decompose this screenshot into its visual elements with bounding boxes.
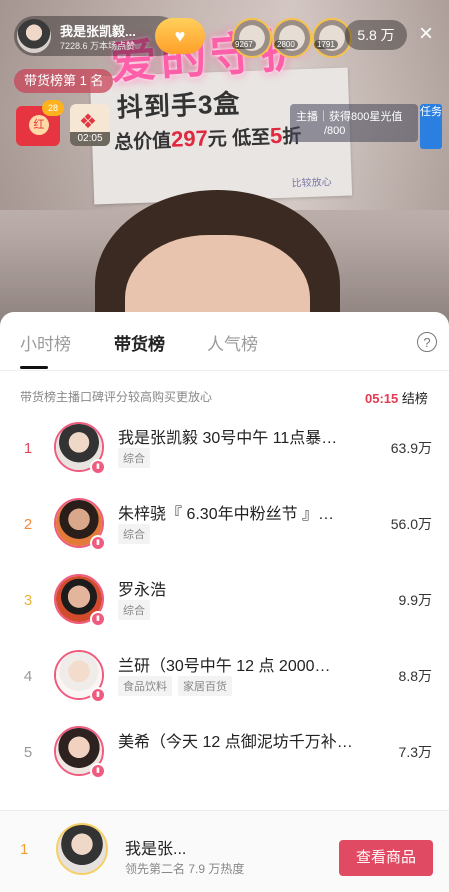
table-row[interactable]: 5 ▮ 美希（今天 12 点御泥坊千万补… 7.3万 bbox=[0, 720, 449, 790]
live-icon: ▮ bbox=[90, 687, 106, 703]
rank-number: 1 bbox=[23, 440, 33, 457]
sales-rank-badge[interactable]: 带货榜第 1 名 bbox=[14, 69, 114, 93]
red-packet-count: 28 bbox=[42, 100, 64, 116]
tab-underline bbox=[20, 366, 48, 369]
streamer-title: 朱梓骁『 6.30年中粉丝节 』… bbox=[118, 506, 335, 523]
table-row[interactable]: 4 ▮ 兰研（30号中午 12 点 2000… 食品饮料 家居百货 8.8万 bbox=[0, 644, 449, 714]
streamer-title: 罗永浩 bbox=[118, 582, 167, 599]
heat-value: 63.9万 bbox=[390, 440, 432, 456]
rank-number: 2 bbox=[23, 516, 33, 533]
my-rank-bar: 1 我是张... 领先第二名 7.9 万热度 查看商品 bbox=[0, 810, 449, 892]
my-lead-info: 领先第二名 7.9 万热度 bbox=[125, 862, 245, 876]
close-icon[interactable]: × bbox=[419, 22, 433, 46]
viewer-avatar[interactable] bbox=[272, 18, 312, 58]
my-rank-number: 1 bbox=[20, 841, 29, 858]
rank-number: 4 bbox=[23, 668, 33, 685]
category-tag: 综合 bbox=[118, 448, 150, 468]
heat-value: 9.9万 bbox=[398, 592, 432, 608]
gift-icon: ❖ bbox=[79, 111, 97, 133]
table-row[interactable]: 2 ▮ 朱梓骁『 6.30年中粉丝节 』… 综合 56.0万 bbox=[0, 492, 449, 562]
task-panel[interactable]: 主播｜获得800星光值 /800 任务 bbox=[290, 104, 442, 149]
view-products-button[interactable]: 查看商品 bbox=[339, 840, 433, 876]
gift-box-button[interactable]: ❖ 02:05 bbox=[70, 104, 110, 146]
sign-line-3: 比较放心 bbox=[291, 177, 332, 190]
viewer-count: 1791 bbox=[314, 40, 338, 49]
rank-description: 带货榜主播口碑评分较高购买更放心 bbox=[20, 390, 213, 404]
heart-icon: ♥ bbox=[174, 25, 186, 46]
category-tag: 综合 bbox=[118, 524, 150, 544]
category-tags: 综合 bbox=[118, 524, 156, 544]
heat-value: 8.8万 bbox=[398, 668, 432, 684]
red-packet-button[interactable]: 红 28 bbox=[16, 100, 64, 146]
viewer-count: 9267 bbox=[232, 40, 256, 49]
follow-heart-button[interactable]: ♥ bbox=[155, 18, 205, 54]
category-tag: 家居百货 bbox=[178, 676, 232, 696]
countdown-label: 结榜 bbox=[401, 391, 428, 406]
live-stream-video: 抖到手3盒 总价值297元 低至5折 比较放心 爱的守护 我是张凯毅... 72… bbox=[0, 0, 449, 330]
viewer-avatar[interactable] bbox=[232, 18, 272, 58]
sign-line-2: 总价值297元 低至5折 bbox=[113, 122, 302, 154]
live-icon: ▮ bbox=[90, 535, 106, 551]
rank-number: 3 bbox=[23, 592, 33, 609]
rank-number: 5 bbox=[23, 744, 33, 761]
streamer-title: 美希（今天 12 点御泥坊千万补… bbox=[118, 734, 353, 751]
live-icon: ▮ bbox=[90, 611, 106, 627]
task-tab[interactable]: 任务 bbox=[420, 104, 442, 149]
table-row[interactable]: 1 ▮ 我是张凯毅 30号中午 11点暴… 综合 63.9万 bbox=[0, 416, 449, 486]
countdown-time: 05:15 bbox=[365, 391, 399, 406]
host-likes: 7228.6 万本场点赞 bbox=[60, 41, 136, 51]
tab-hourly[interactable]: 小时榜 bbox=[20, 330, 71, 355]
online-viewers[interactable]: 5.8 万 bbox=[345, 20, 407, 50]
category-tags: 食品饮料 家居百货 bbox=[118, 676, 238, 696]
divider bbox=[0, 370, 449, 371]
category-tags: 综合 bbox=[118, 448, 156, 468]
category-tags: 综合 bbox=[118, 600, 156, 620]
my-avatar bbox=[56, 823, 108, 875]
gift-timer: 02:05 bbox=[70, 132, 110, 146]
heat-value: 7.3万 bbox=[398, 744, 432, 760]
category-tag: 食品饮料 bbox=[118, 676, 172, 696]
ranking-panel: 小时榜 带货榜 人气榜 ? 带货榜主播口碑评分较高购买更放心 05:15 结榜 … bbox=[0, 312, 449, 892]
task-progress: /800 bbox=[324, 125, 346, 137]
live-icon: ▮ bbox=[90, 763, 106, 779]
streamer-title: 兰研（30号中午 12 点 2000… bbox=[118, 658, 331, 675]
rank-countdown: 05:15 结榜 bbox=[365, 388, 428, 407]
viewer-count: 2800 bbox=[274, 40, 298, 49]
live-icon: ▮ bbox=[90, 459, 106, 475]
heat-value: 56.0万 bbox=[390, 516, 432, 532]
task-text: 主播｜获得800星光值 bbox=[296, 111, 403, 123]
host-name: 我是张凯毅... bbox=[60, 24, 136, 39]
table-row[interactable]: 3 ▮ 罗永浩 综合 9.9万 bbox=[0, 568, 449, 638]
tab-sales[interactable]: 带货榜 bbox=[114, 330, 165, 355]
my-name: 我是张... bbox=[125, 841, 187, 858]
red-packet-icon: 红 bbox=[29, 115, 49, 135]
rank-tabs: 小时榜 带货榜 人气榜 ? bbox=[0, 312, 449, 370]
host-avatar[interactable] bbox=[17, 19, 51, 53]
category-tag: 综合 bbox=[118, 600, 150, 620]
help-icon[interactable]: ? bbox=[417, 332, 437, 352]
streamer-title: 我是张凯毅 30号中午 11点暴… bbox=[118, 430, 338, 447]
tab-popularity[interactable]: 人气榜 bbox=[207, 330, 258, 355]
